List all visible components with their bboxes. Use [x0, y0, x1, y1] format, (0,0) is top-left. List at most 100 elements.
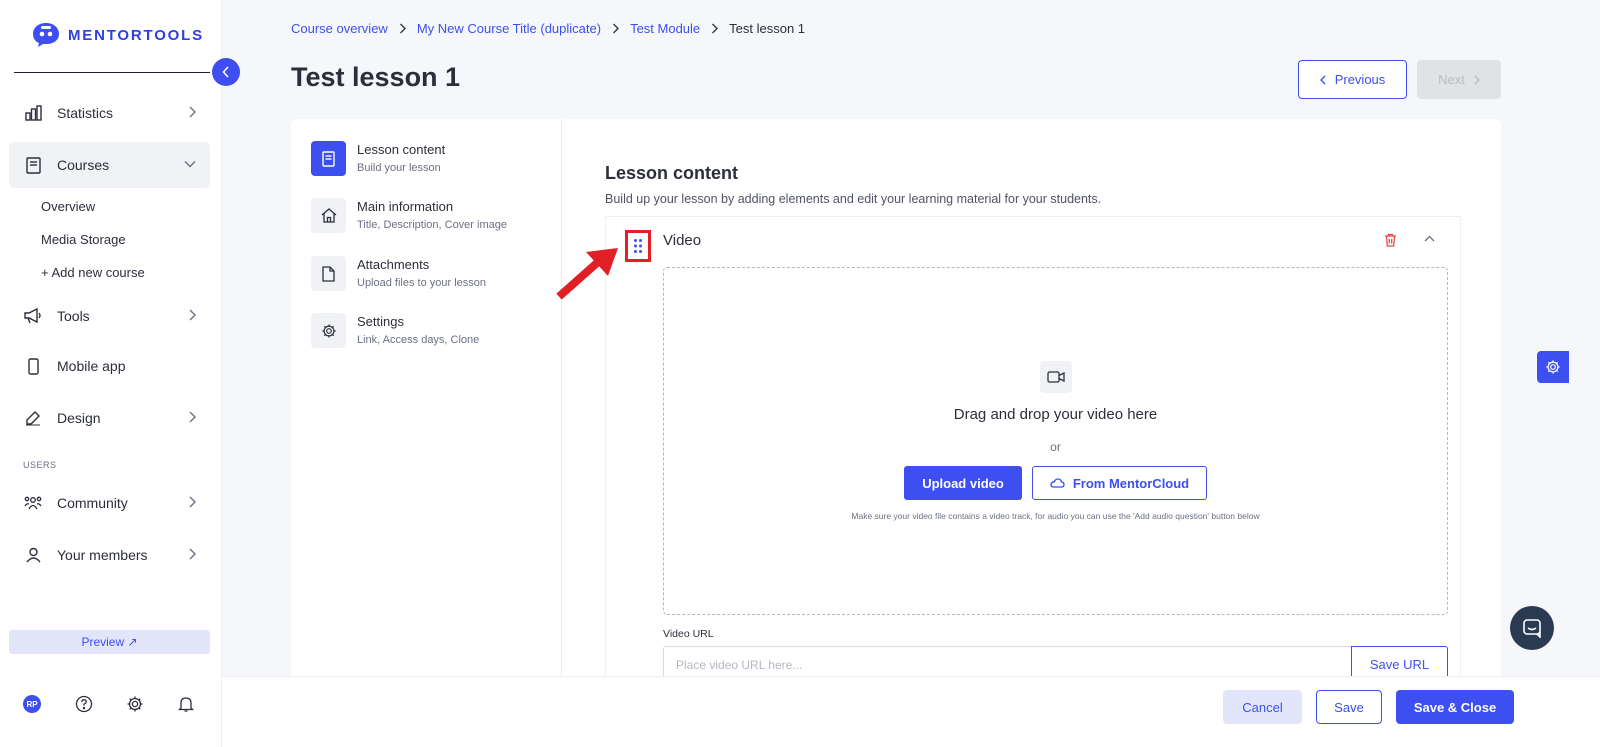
step-subtitle: Title, Description, Cover image: [357, 219, 507, 231]
save-and-close-button[interactable]: Save & Close: [1396, 690, 1514, 724]
mentortools-logo-icon: [32, 22, 60, 48]
step-subtitle: Build your lesson: [357, 162, 441, 174]
phone-icon: [24, 357, 42, 375]
sidebar-divider: [14, 72, 210, 73]
video-camera-icon: [1040, 361, 1072, 393]
section-title: Lesson content: [605, 163, 739, 183]
chevron-right-icon: [188, 106, 196, 118]
cloud-icon: [1050, 478, 1065, 488]
sidebar-item-tools[interactable]: Tools: [9, 293, 210, 339]
next-label: Next: [1438, 72, 1465, 87]
chevron-left-icon: [1319, 75, 1326, 85]
steps-panel: Lesson content Build your lesson Main in…: [291, 119, 562, 679]
chevron-up-icon[interactable]: [1424, 235, 1435, 242]
upload-video-button[interactable]: Upload video: [904, 466, 1022, 500]
from-mentorcloud-label: From MentorCloud: [1072, 475, 1190, 491]
step-title: Settings: [357, 314, 404, 329]
chat-launcher-button[interactable]: [1510, 606, 1554, 650]
sidebar-item-label: Your members: [57, 547, 148, 563]
sidebar-item-your-members[interactable]: Your members: [9, 532, 210, 578]
breadcrumb-link-course-overview[interactable]: Course overview: [291, 21, 388, 36]
chat-icon: [1522, 618, 1542, 638]
megaphone-icon: [24, 307, 42, 325]
avatar[interactable]: RP: [23, 695, 41, 713]
previous-label: Previous: [1334, 72, 1386, 87]
help-icon[interactable]: [75, 695, 93, 713]
sidebar-item-statistics[interactable]: Statistics: [9, 90, 210, 136]
sidebar-item-label: Mobile app: [57, 358, 126, 374]
pencil-icon: [24, 409, 42, 427]
chevron-right-icon: [188, 548, 196, 560]
breadcrumb-link-course[interactable]: My New Course Title (duplicate): [417, 21, 601, 36]
sidebar-item-mobile-app[interactable]: Mobile app: [9, 343, 210, 389]
step-attachments[interactable]: Attachments Upload files to your lesson: [311, 256, 486, 291]
breadcrumb: Course overview My New Course Title (dup…: [291, 21, 805, 36]
people-icon: [24, 494, 42, 512]
sidebar-item-label: Tools: [57, 308, 90, 324]
drag-dots-icon: [633, 238, 643, 254]
book-icon: [24, 156, 42, 174]
sidebar-subitem-add-new-course[interactable]: + Add new course: [41, 265, 145, 280]
page-title: Test lesson 1: [291, 62, 461, 92]
chevron-left-icon: [222, 66, 230, 78]
next-button[interactable]: Next: [1417, 60, 1501, 99]
cancel-button[interactable]: Cancel: [1223, 690, 1302, 724]
dropzone-hint: Make sure your video file contains a vid…: [851, 511, 1260, 521]
video-url-label: Video URL: [663, 628, 714, 640]
video-dropzone[interactable]: Drag and drop your video here or Upload …: [663, 267, 1448, 615]
sidebar-item-design[interactable]: Design: [9, 395, 210, 441]
previous-button[interactable]: Previous: [1298, 60, 1407, 99]
preview-button[interactable]: Preview ↗: [9, 630, 210, 654]
breadcrumb-current: Test lesson 1: [729, 21, 806, 36]
video-block: Video Drag and drop your video here or U…: [605, 216, 1461, 679]
drag-handle[interactable]: [625, 230, 651, 262]
section-label-users: USERS: [23, 460, 57, 470]
chevron-right-icon: [399, 23, 406, 34]
step-title: Main information: [357, 199, 454, 214]
step-subtitle: Upload files to your lesson: [357, 277, 487, 289]
floating-settings-button[interactable]: [1537, 351, 1569, 383]
step-title: Lesson content: [357, 142, 446, 157]
sidebar-item-label: Design: [57, 410, 101, 426]
sidebar-item-label: Courses: [57, 157, 110, 173]
sidebar-subitem-media-storage[interactable]: Media Storage: [41, 232, 126, 247]
save-button[interactable]: Save: [1316, 690, 1382, 724]
logo[interactable]: MENTORTOOLS: [32, 22, 204, 48]
section-description: Build up your lesson by adding elements …: [605, 192, 1102, 206]
save-url-button[interactable]: Save URL: [1351, 646, 1448, 679]
lesson-editor-card: Lesson content Build your lesson Main in…: [291, 119, 1501, 679]
sidebar-item-label: Community: [57, 495, 128, 511]
home-icon: [311, 198, 346, 233]
step-title: Attachments: [357, 257, 430, 272]
dropzone-title: Drag and drop your video here: [953, 406, 1158, 423]
sidebar-item-community[interactable]: Community: [9, 480, 210, 526]
bell-icon[interactable]: [177, 695, 195, 713]
chevron-down-icon: [184, 160, 196, 168]
step-subtitle: Link, Access days, Clone: [357, 334, 480, 346]
chevron-right-icon: [612, 23, 619, 34]
step-main-information[interactable]: Main information Title, Description, Cov…: [311, 198, 507, 233]
breadcrumb-link-module[interactable]: Test Module: [630, 21, 700, 36]
book-icon: [311, 141, 346, 176]
trash-icon[interactable]: [1384, 233, 1397, 247]
sidebar-item-label: Statistics: [57, 105, 114, 121]
step-lesson-content[interactable]: Lesson content Build your lesson: [311, 141, 445, 176]
video-url-input[interactable]: [663, 646, 1352, 679]
block-title: Video: [663, 232, 702, 249]
from-mentorcloud-button[interactable]: From MentorCloud: [1032, 466, 1207, 500]
sidebar-subitem-overview[interactable]: Overview: [41, 199, 95, 214]
chevron-right-icon: [188, 411, 196, 423]
sidebar-item-courses[interactable]: Courses: [9, 142, 210, 188]
footer-bar: Cancel Save Save & Close: [222, 676, 1600, 747]
gear-icon: [1545, 359, 1561, 375]
chevron-right-icon: [188, 309, 196, 321]
file-icon: [311, 256, 346, 291]
chevron-right-icon: [1474, 75, 1480, 85]
lesson-content-panel: Lesson content Build up your lesson by a…: [605, 119, 1501, 679]
sidebar: MENTORTOOLS Statistics Courses Overview …: [0, 0, 222, 747]
logo-text: MENTORTOOLS: [68, 26, 204, 44]
annotation-arrow-icon: [556, 244, 622, 300]
collapse-sidebar-button[interactable]: [212, 58, 240, 86]
gear-icon[interactable]: [126, 695, 144, 713]
step-settings[interactable]: Settings Link, Access days, Clone: [311, 313, 479, 348]
